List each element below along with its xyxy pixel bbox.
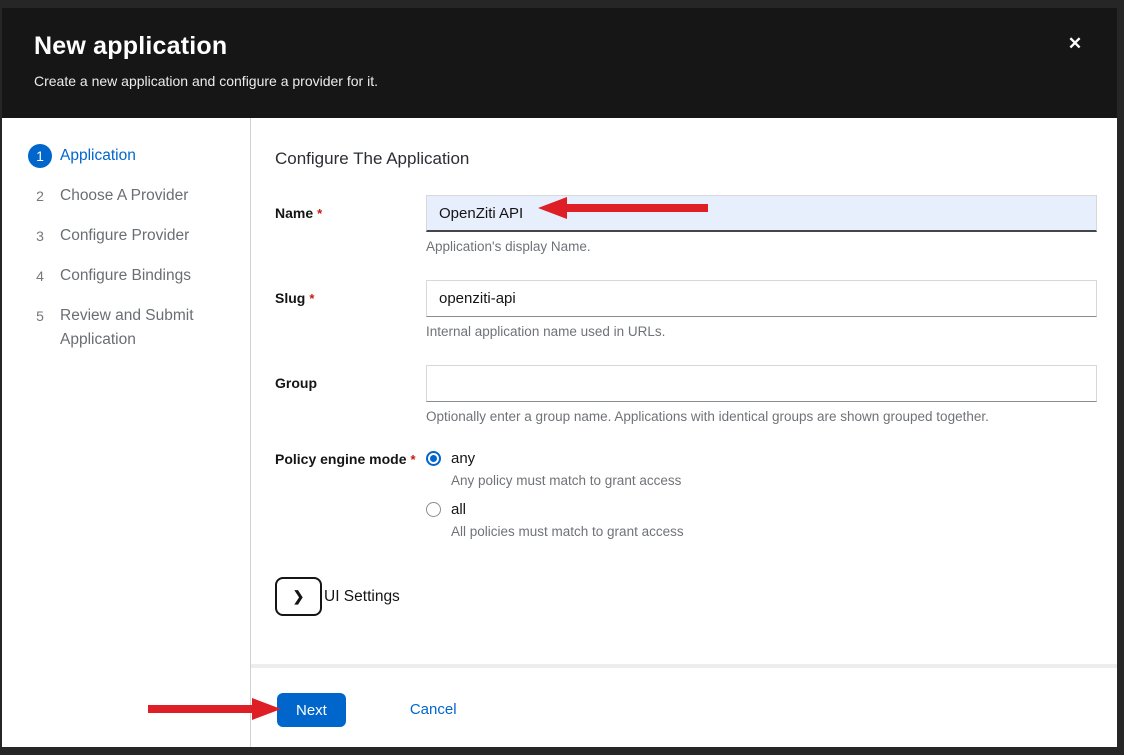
step-label: Application [60,144,136,168]
name-helper-text: Application's display Name. [426,239,1097,254]
slug-input[interactable] [426,280,1097,317]
group-field-row: Group Optionally enter a group name. App… [275,365,1097,424]
slug-helper-text: Internal application name used in URLs. [426,324,1097,339]
policy-mode-all-helper: All policies must match to grant access [451,524,1097,539]
step-number: 5 [28,304,52,328]
radio-selected-icon[interactable] [426,451,441,466]
radio-label: any [451,450,475,467]
cancel-link[interactable]: Cancel [410,693,457,727]
wizard-step-list: 1 Application 2 Choose A Provider 3 Conf… [28,144,250,352]
ui-settings-section: ❯ UI Settings [275,577,1097,616]
ui-settings-expand-button[interactable]: ❯ [275,577,322,616]
required-asterisk: * [317,206,322,221]
new-application-modal: New application Create a new application… [2,8,1117,747]
wizard-steps-sidebar: 1 Application 2 Choose A Provider 3 Conf… [2,118,251,747]
wizard-main-panel: Configure The Application Name* Applicat… [251,118,1117,747]
radio-unselected-icon[interactable] [426,502,441,517]
step-number: 4 [28,264,52,288]
group-label: Group [275,365,426,424]
slug-field-row: Slug* Internal application name used in … [275,280,1097,339]
step-label: Configure Provider [60,224,189,248]
step-label: Review and Submit Application [60,304,218,352]
name-field-row: Name* Application's display Name. [275,195,1097,254]
chevron-right-icon: ❯ [293,588,305,605]
page-background: New application Create a new application… [0,0,1124,755]
slug-label: Slug* [275,280,426,339]
policy-mode-all-option[interactable]: all [426,501,1097,518]
required-asterisk: * [410,452,415,467]
wizard-step-application[interactable]: 1 Application [28,144,250,168]
modal-header: New application Create a new application… [2,8,1117,118]
group-input[interactable] [426,365,1097,402]
wizard-step-configure-provider[interactable]: 3 Configure Provider [28,224,250,248]
wizard-step-choose-provider[interactable]: 2 Choose A Provider [28,184,250,208]
modal-subtitle: Create a new application and configure a… [34,73,1089,89]
step-label: Choose A Provider [60,184,188,208]
step-number: 1 [28,144,52,168]
group-helper-text: Optionally enter a group name. Applicati… [426,409,1097,424]
name-label: Name* [275,195,426,254]
wizard-step-configure-bindings[interactable]: 4 Configure Bindings [28,264,250,288]
modal-footer: Next Cancel [251,668,1117,747]
modal-body: 1 Application 2 Choose A Provider 3 Conf… [2,118,1117,747]
application-form: Configure The Application Name* Applicat… [251,118,1117,664]
policy-mode-any-option[interactable]: any [426,450,1097,467]
close-icon: ✕ [1068,34,1082,53]
step-number: 2 [28,184,52,208]
form-heading: Configure The Application [275,149,1097,169]
policy-mode-any-helper: Any policy must match to grant access [451,473,1097,488]
name-input[interactable] [426,195,1097,232]
policy-engine-mode-label: Policy engine mode* [275,450,426,539]
ui-settings-label: UI Settings [324,588,400,606]
radio-label: all [451,501,466,518]
close-button[interactable]: ✕ [1063,32,1087,56]
next-button[interactable]: Next [277,693,346,727]
step-number: 3 [28,224,52,248]
required-asterisk: * [309,291,314,306]
wizard-step-review-submit[interactable]: 5 Review and Submit Application [28,304,250,352]
modal-title: New application [34,32,1089,61]
step-label: Configure Bindings [60,264,191,288]
policy-engine-mode-row: Policy engine mode* any Any policy must … [275,450,1097,539]
